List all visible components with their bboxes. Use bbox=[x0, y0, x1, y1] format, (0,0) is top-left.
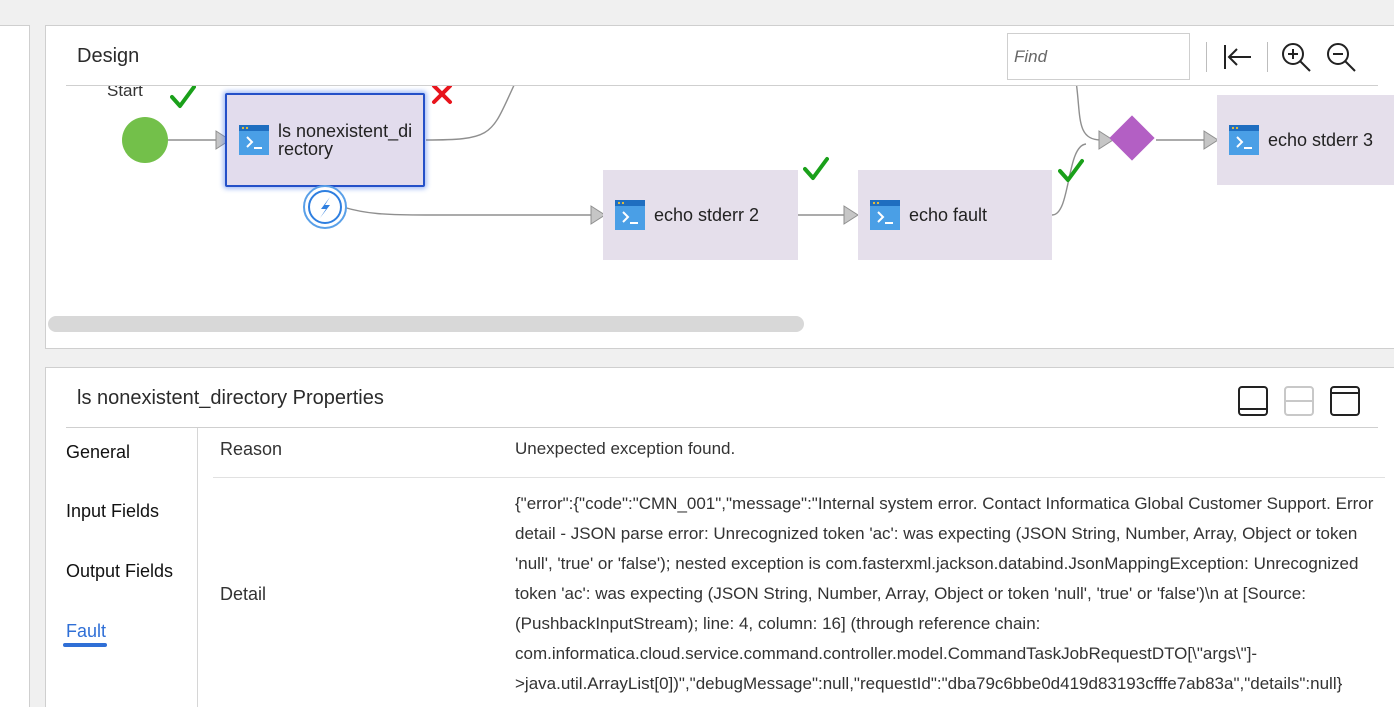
tab-input-fields[interactable]: Input Fields bbox=[66, 501, 159, 522]
panel-split-icon bbox=[1284, 386, 1314, 416]
command-task-icon bbox=[870, 200, 900, 230]
node-label: echo fault bbox=[909, 205, 988, 225]
success-check-icon bbox=[170, 86, 196, 108]
zoom-out-button[interactable] bbox=[1324, 40, 1358, 74]
tab-fault[interactable]: Fault bbox=[66, 621, 106, 642]
dock-top-button[interactable] bbox=[1328, 384, 1362, 418]
panel-top-icon bbox=[1330, 386, 1360, 416]
properties-tabs: General Input Fields Output Fields Fault bbox=[46, 428, 198, 707]
success-check-icon bbox=[803, 157, 829, 180]
properties-panel: ls nonexistent_directory Properties Gene… bbox=[45, 367, 1394, 707]
design-title: Design bbox=[77, 45, 140, 67]
node-label: ls nonexistent_directory bbox=[278, 121, 413, 159]
command-task-icon bbox=[615, 200, 645, 230]
design-panel: Design Find Start ls nonexistent_directo… bbox=[45, 25, 1394, 349]
properties-title: ls nonexistent_directory Properties bbox=[77, 387, 384, 409]
reason-value: Unexpected exception found. bbox=[515, 439, 736, 458]
reason-label: Reason bbox=[220, 439, 283, 459]
split-view-button[interactable] bbox=[1282, 384, 1316, 418]
properties-header-divider bbox=[66, 427, 1378, 428]
active-tab-indicator bbox=[63, 643, 107, 647]
error-x-icon bbox=[432, 86, 452, 104]
detail-value: {"error":{"code":"CMN_001","message":"In… bbox=[515, 494, 1374, 693]
tab-general[interactable]: General bbox=[66, 442, 130, 463]
start-event[interactable] bbox=[122, 117, 168, 163]
command-task-icon bbox=[1229, 125, 1259, 155]
row-divider bbox=[213, 477, 1385, 478]
toolbar-separator bbox=[1206, 42, 1207, 72]
fault-boundary-event-icon[interactable] bbox=[302, 184, 348, 230]
detail-label: Detail bbox=[220, 584, 267, 604]
zoom-in-icon bbox=[1282, 43, 1311, 72]
process-canvas[interactable]: Start ls nonexistent_directory echo stde… bbox=[46, 86, 1394, 348]
find-input[interactable] bbox=[1007, 33, 1190, 80]
tab-output-fields[interactable]: Output Fields bbox=[66, 561, 173, 582]
node-echo-fault[interactable]: echo fault bbox=[858, 170, 1052, 260]
node-label: echo stderr 3 bbox=[1268, 130, 1374, 150]
zoom-in-button[interactable] bbox=[1279, 40, 1313, 74]
dock-bottom-button[interactable] bbox=[1236, 384, 1270, 418]
arrow-to-left-icon bbox=[1224, 45, 1251, 69]
fit-to-start-button[interactable] bbox=[1220, 40, 1254, 74]
success-check-icon bbox=[1058, 159, 1084, 182]
command-task-icon bbox=[239, 125, 269, 155]
panel-bottom-icon bbox=[1238, 386, 1268, 416]
zoom-out-icon bbox=[1327, 43, 1356, 72]
horizontal-scrollbar[interactable] bbox=[48, 316, 804, 332]
toolbar-separator bbox=[1267, 42, 1268, 72]
node-ls-nonexistent-directory[interactable]: ls nonexistent_directory bbox=[225, 93, 425, 187]
start-label: Start bbox=[107, 86, 143, 100]
left-side-panel bbox=[0, 25, 30, 707]
node-echo-stderr-3[interactable]: echo stderr 3 bbox=[1217, 95, 1394, 185]
node-echo-stderr-2[interactable]: echo stderr 2 bbox=[603, 170, 798, 260]
node-label: echo stderr 2 bbox=[654, 205, 760, 225]
